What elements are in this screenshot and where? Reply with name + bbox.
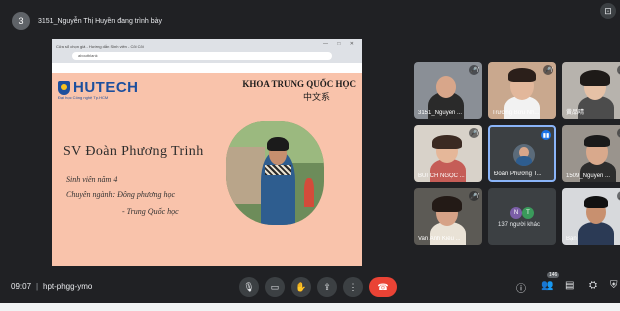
browser-url: aboutblank	[72, 52, 332, 60]
mic-off-icon: 🎤̸	[469, 191, 479, 201]
participant-name: Đoàn Phương T...	[494, 171, 542, 177]
shared-screen: Cửa sổ chọn giả - Hướng dẫn Sinh viên - …	[52, 39, 362, 266]
end-call-button[interactable]: ☎	[369, 277, 397, 297]
camera-button[interactable]: ▭	[265, 277, 285, 297]
slide-subtitle: 中文系	[302, 92, 330, 102]
participant-tile[interactable]: 🎤̸ 1509_Nguyễn ...	[562, 125, 620, 182]
avatar	[513, 144, 535, 166]
participant-tile[interactable]: 🎤̸ 黄品晴	[562, 62, 620, 119]
mic-icon: 🎙	[243, 281, 255, 292]
participant-tile[interactable]: 🎤̸ Van Anh Kiều ...	[414, 188, 482, 245]
presenter-label: 3151_Nguyễn Thị Huyền đang trình bày	[38, 17, 163, 25]
present-icon: ⇪	[323, 281, 331, 292]
logo-text: HUTECH	[73, 79, 139, 96]
student-major: Chuyên ngành: Đông phương học	[66, 190, 176, 199]
presenter-bar: 3 3151_Nguyễn Thị Huyền đang trình bày	[0, 10, 620, 32]
clock: 09:07	[11, 282, 32, 291]
more-icon: ⋮	[348, 281, 358, 292]
speaking-icon: ▮▮	[541, 130, 551, 140]
student-year: Sinh viên năm 4	[66, 175, 118, 184]
chat-icon[interactable]: ▤	[565, 280, 574, 291]
others-count: 137 người khác	[498, 222, 540, 228]
window-controls: — □ ✕	[323, 41, 358, 47]
participant-tile-active[interactable]: ▮▮ Đoàn Phương T...	[488, 125, 556, 182]
presenter-avatar: 3	[12, 12, 30, 30]
presenting-icon[interactable]: ⊡	[600, 3, 616, 19]
participant-tile[interactable]: 🎤̸ 3151_Nguyễn ...	[414, 62, 482, 119]
participant-tile[interactable]: 🎤̸ Trương Bửu Nh...	[488, 62, 556, 119]
logo-subtitle: Đại học Công nghệ Tp.HCM	[58, 95, 109, 100]
microphone-button[interactable]: 🎙	[239, 277, 259, 297]
raise-hand-button[interactable]: ✋	[291, 277, 311, 297]
separator: |	[36, 282, 39, 291]
participant-tile[interactable]: 🎤̸ BÙI CH NGỌC ...	[414, 125, 482, 182]
people-icon[interactable]: 👥	[541, 280, 553, 291]
camera-icon: ▭	[270, 281, 280, 292]
present-button[interactable]: ⇪	[317, 277, 337, 297]
shield-icon	[58, 80, 70, 95]
meeting-code: hpt-phgg-ymo	[43, 282, 93, 291]
activities-icon[interactable]: ⛭	[589, 280, 597, 291]
browser-chrome: Cửa sổ chọn giả - Hướng dẫn Sinh viên - …	[52, 39, 362, 63]
slide-title: KHOA TRUNG QUỐC HỌC	[242, 79, 356, 89]
browser-tab: Cửa sổ chọn giả - Hướng dẫn Sinh viên - …	[56, 43, 144, 49]
participant-tile-self[interactable]: 🎤̸ Bạn	[562, 188, 620, 245]
participant-name: Bạn	[566, 236, 577, 242]
people-count-badge: 146	[547, 272, 560, 278]
participant-name: 1509_Nguyễn ...	[566, 173, 611, 179]
host-controls-icon[interactable]: ⛨	[610, 280, 618, 291]
bottom-strip	[0, 303, 620, 311]
participant-name: 黄品晴	[566, 110, 585, 116]
others-tile[interactable]: N T 137 người khác	[488, 188, 556, 245]
hangup-icon: ☎	[377, 281, 389, 292]
participant-name: Van Anh Kiều ...	[418, 236, 461, 242]
hand-icon: ✋	[295, 281, 307, 292]
info-icon[interactable]: ⓘ	[516, 280, 526, 295]
participant-name: BÙI CH NGỌC ...	[418, 173, 465, 179]
more-options-button[interactable]: ⋮	[343, 277, 363, 297]
mic-off-icon: 🎤̸	[469, 128, 479, 138]
participant-name: Trương Bửu Nh...	[492, 110, 540, 116]
student-photo	[226, 121, 324, 225]
participant-name: 3151_Nguyễn ...	[418, 110, 463, 116]
avatar: N	[510, 207, 522, 219]
student-specialty: - Trung Quốc học	[122, 207, 179, 216]
hutech-logo: HUTECH	[58, 79, 139, 96]
presentation-slide: HUTECH Đại học Công nghệ Tp.HCM KHOA TRU…	[52, 73, 362, 266]
mic-off-icon: 🎤̸	[543, 65, 553, 75]
avatar: T	[522, 207, 534, 219]
meet-window: 3 3151_Nguyễn Thị Huyền đang trình bày ⊡…	[0, 0, 620, 311]
mic-off-icon: 🎤̸	[469, 65, 479, 75]
student-name: SV Đoàn Phương Trinh	[63, 144, 204, 159]
control-bar: 09:07 | hpt-phgg-ymo 🎙 ▭ ✋ ⇪ ⋮ ☎ ⓘ 👥 146…	[0, 272, 620, 302]
